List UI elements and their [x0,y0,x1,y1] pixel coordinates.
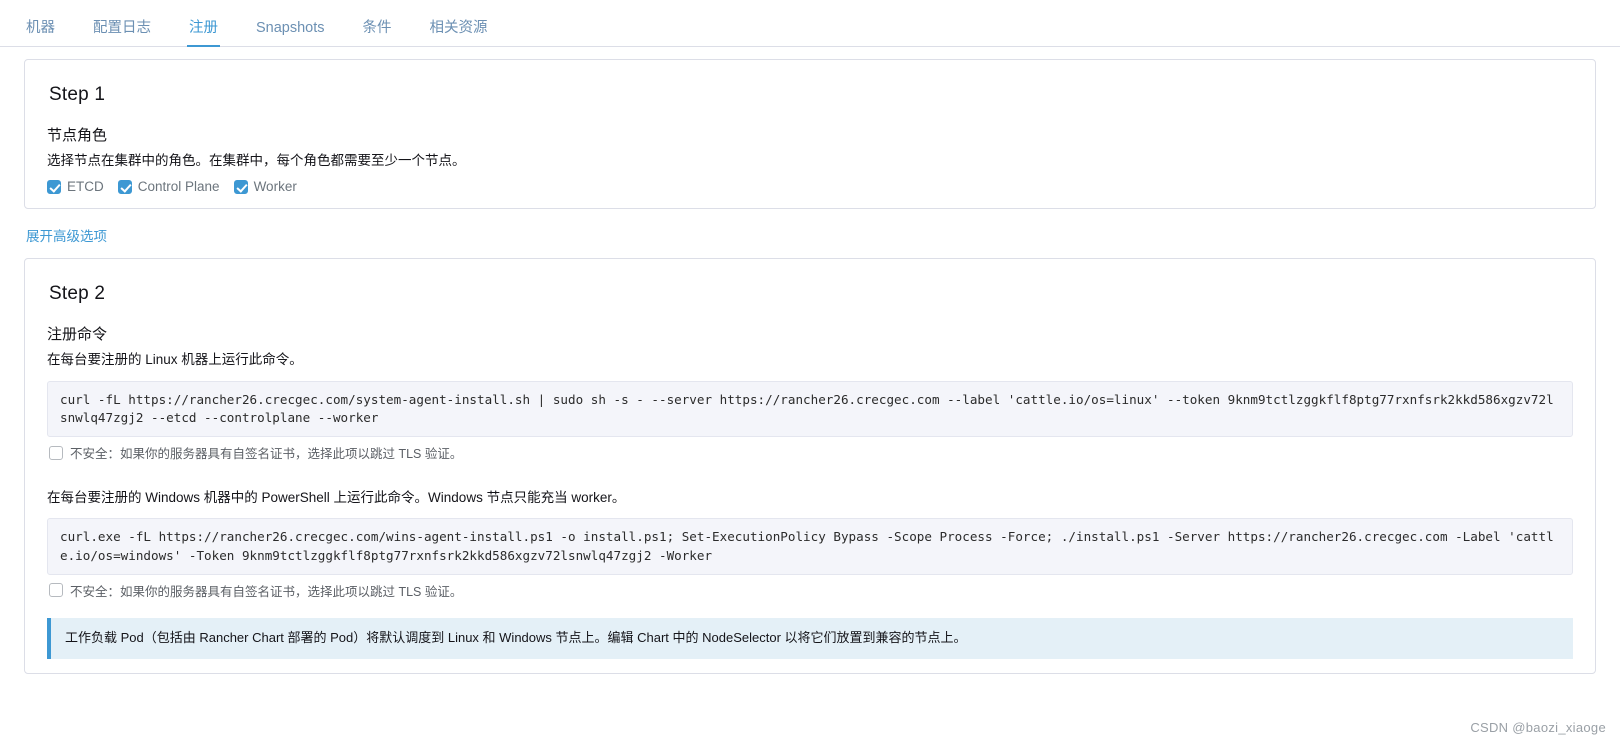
tab-bar: 机器 配置日志 注册 Snapshots 条件 相关资源 [0,0,1620,47]
step2-title: Step 2 [49,283,106,305]
node-roles-heading: 节点角色 [47,127,108,144]
windows-registration-command[interactable]: curl.exe -fL https://rancher26.crecgec.c… [47,518,1573,575]
step1-title: Step 1 [49,84,106,105]
tab-registration[interactable]: 注册 [173,19,234,47]
checkbox-label: 不安全：如果你的服务器具有自签名证书，选择此项以跳过 TLS 验证。 [70,447,463,461]
scheduling-info-banner: 工作负载 Pod（包括由 Rancher Chart 部署的 Pod）将默认调度… [47,617,1573,659]
linux-registration-command[interactable]: curl -fL https://rancher26.crecgec.com/s… [47,380,1573,437]
checkbox-label: ETCD [67,179,104,195]
expand-advanced-options-link[interactable]: 展开高级选项 [26,225,107,245]
checkbox-box-icon [117,179,132,194]
linux-insecure-option[interactable]: 不安全：如果你的服务器具有自签名证书，选择此项以跳过 TLS 验证。 [49,443,1573,462]
checkbox-control-plane[interactable]: Control Plane [117,179,220,195]
tab-config-log[interactable]: 配置日志 [77,19,167,47]
checkbox-box-icon [233,179,248,194]
windows-insecure-option[interactable]: 不安全：如果你的服务器具有自签名证书，选择此项以跳过 TLS 验证。 [49,581,1573,600]
tab-label: Snapshots [256,19,325,36]
tab-label: 注册 [189,19,218,36]
tab-snapshots[interactable]: Snapshots [240,19,341,47]
registration-page: 机器 配置日志 注册 Snapshots 条件 相关资源 Step 1 节点角色… [0,0,1620,743]
checkbox-label: Worker [253,179,297,195]
node-roles-description: 选择节点在集群中的角色。在集群中，每个角色都需要至少一个节点。 [47,153,466,168]
checkbox-box-icon [47,179,61,194]
checkbox-label: Control Plane [137,179,220,195]
checkbox-label: 不安全：如果你的服务器具有自签名证书，选择此项以跳过 TLS 验证。 [70,584,463,599]
registration-command-heading: 注册命令 [47,326,108,344]
step1-panel: Step 1 节点角色 选择节点在集群中的角色。在集群中，每个角色都需要至少一个… [24,59,1596,210]
tab-label: 配置日志 [93,19,151,36]
linux-instruction: 在每台要注册的 Linux 机器上运行此命令。 [47,352,303,368]
checkbox-box-icon [49,445,63,460]
step2-panel: Step 2 注册命令 在每台要注册的 Linux 机器上运行此命令。 curl… [24,258,1596,674]
node-roles-checkbox-group: ETCD Control Plane Worker [47,179,1573,194]
tab-related-resources[interactable]: 相关资源 [414,19,504,47]
tab-label: 机器 [26,19,55,36]
watermark: CSDN @baozi_xiaoge [1470,720,1606,735]
tab-label: 相关资源 [429,19,488,36]
tab-label: 条件 [362,19,392,36]
tab-conditions[interactable]: 条件 [347,19,408,47]
checkbox-worker[interactable]: Worker [233,179,297,195]
checkbox-etcd[interactable]: ETCD [47,179,104,194]
checkbox-box-icon [49,583,63,598]
tab-machines[interactable]: 机器 [10,19,71,47]
windows-instruction: 在每台要注册的 Windows 机器中的 PowerShell 上运行此命令。W… [47,490,626,505]
